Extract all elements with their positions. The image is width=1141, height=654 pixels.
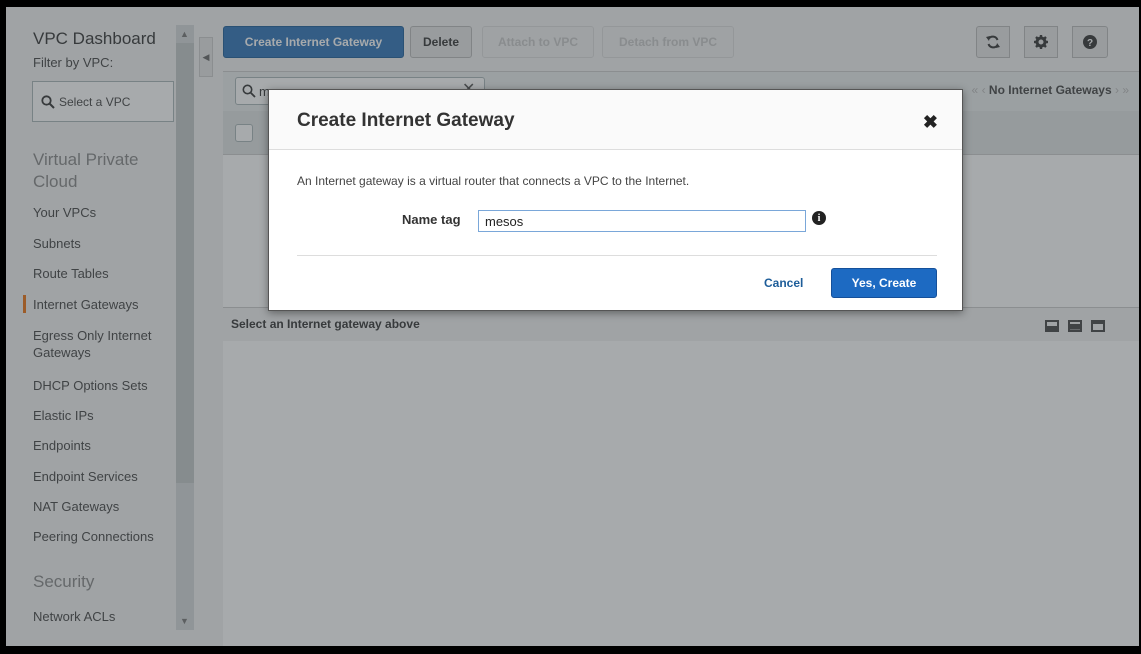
vpc-console-window: VPC Dashboard Filter by VPC: Select a VP… bbox=[6, 7, 1139, 646]
dialog-header: Create Internet Gateway ✖ bbox=[269, 90, 962, 150]
name-tag-label: Name tag bbox=[402, 212, 461, 227]
info-icon[interactable]: i bbox=[812, 211, 826, 225]
dialog-title: Create Internet Gateway bbox=[297, 110, 515, 131]
dialog-description: An Internet gateway is a virtual router … bbox=[297, 174, 690, 188]
dialog-divider bbox=[297, 255, 937, 256]
create-internet-gateway-dialog: Create Internet Gateway ✖ An Internet ga… bbox=[268, 89, 963, 311]
cancel-button[interactable]: Cancel bbox=[764, 276, 803, 290]
name-tag-input[interactable] bbox=[478, 210, 806, 232]
yes-create-button[interactable]: Yes, Create bbox=[831, 268, 937, 298]
close-icon[interactable]: ✖ bbox=[923, 112, 938, 133]
